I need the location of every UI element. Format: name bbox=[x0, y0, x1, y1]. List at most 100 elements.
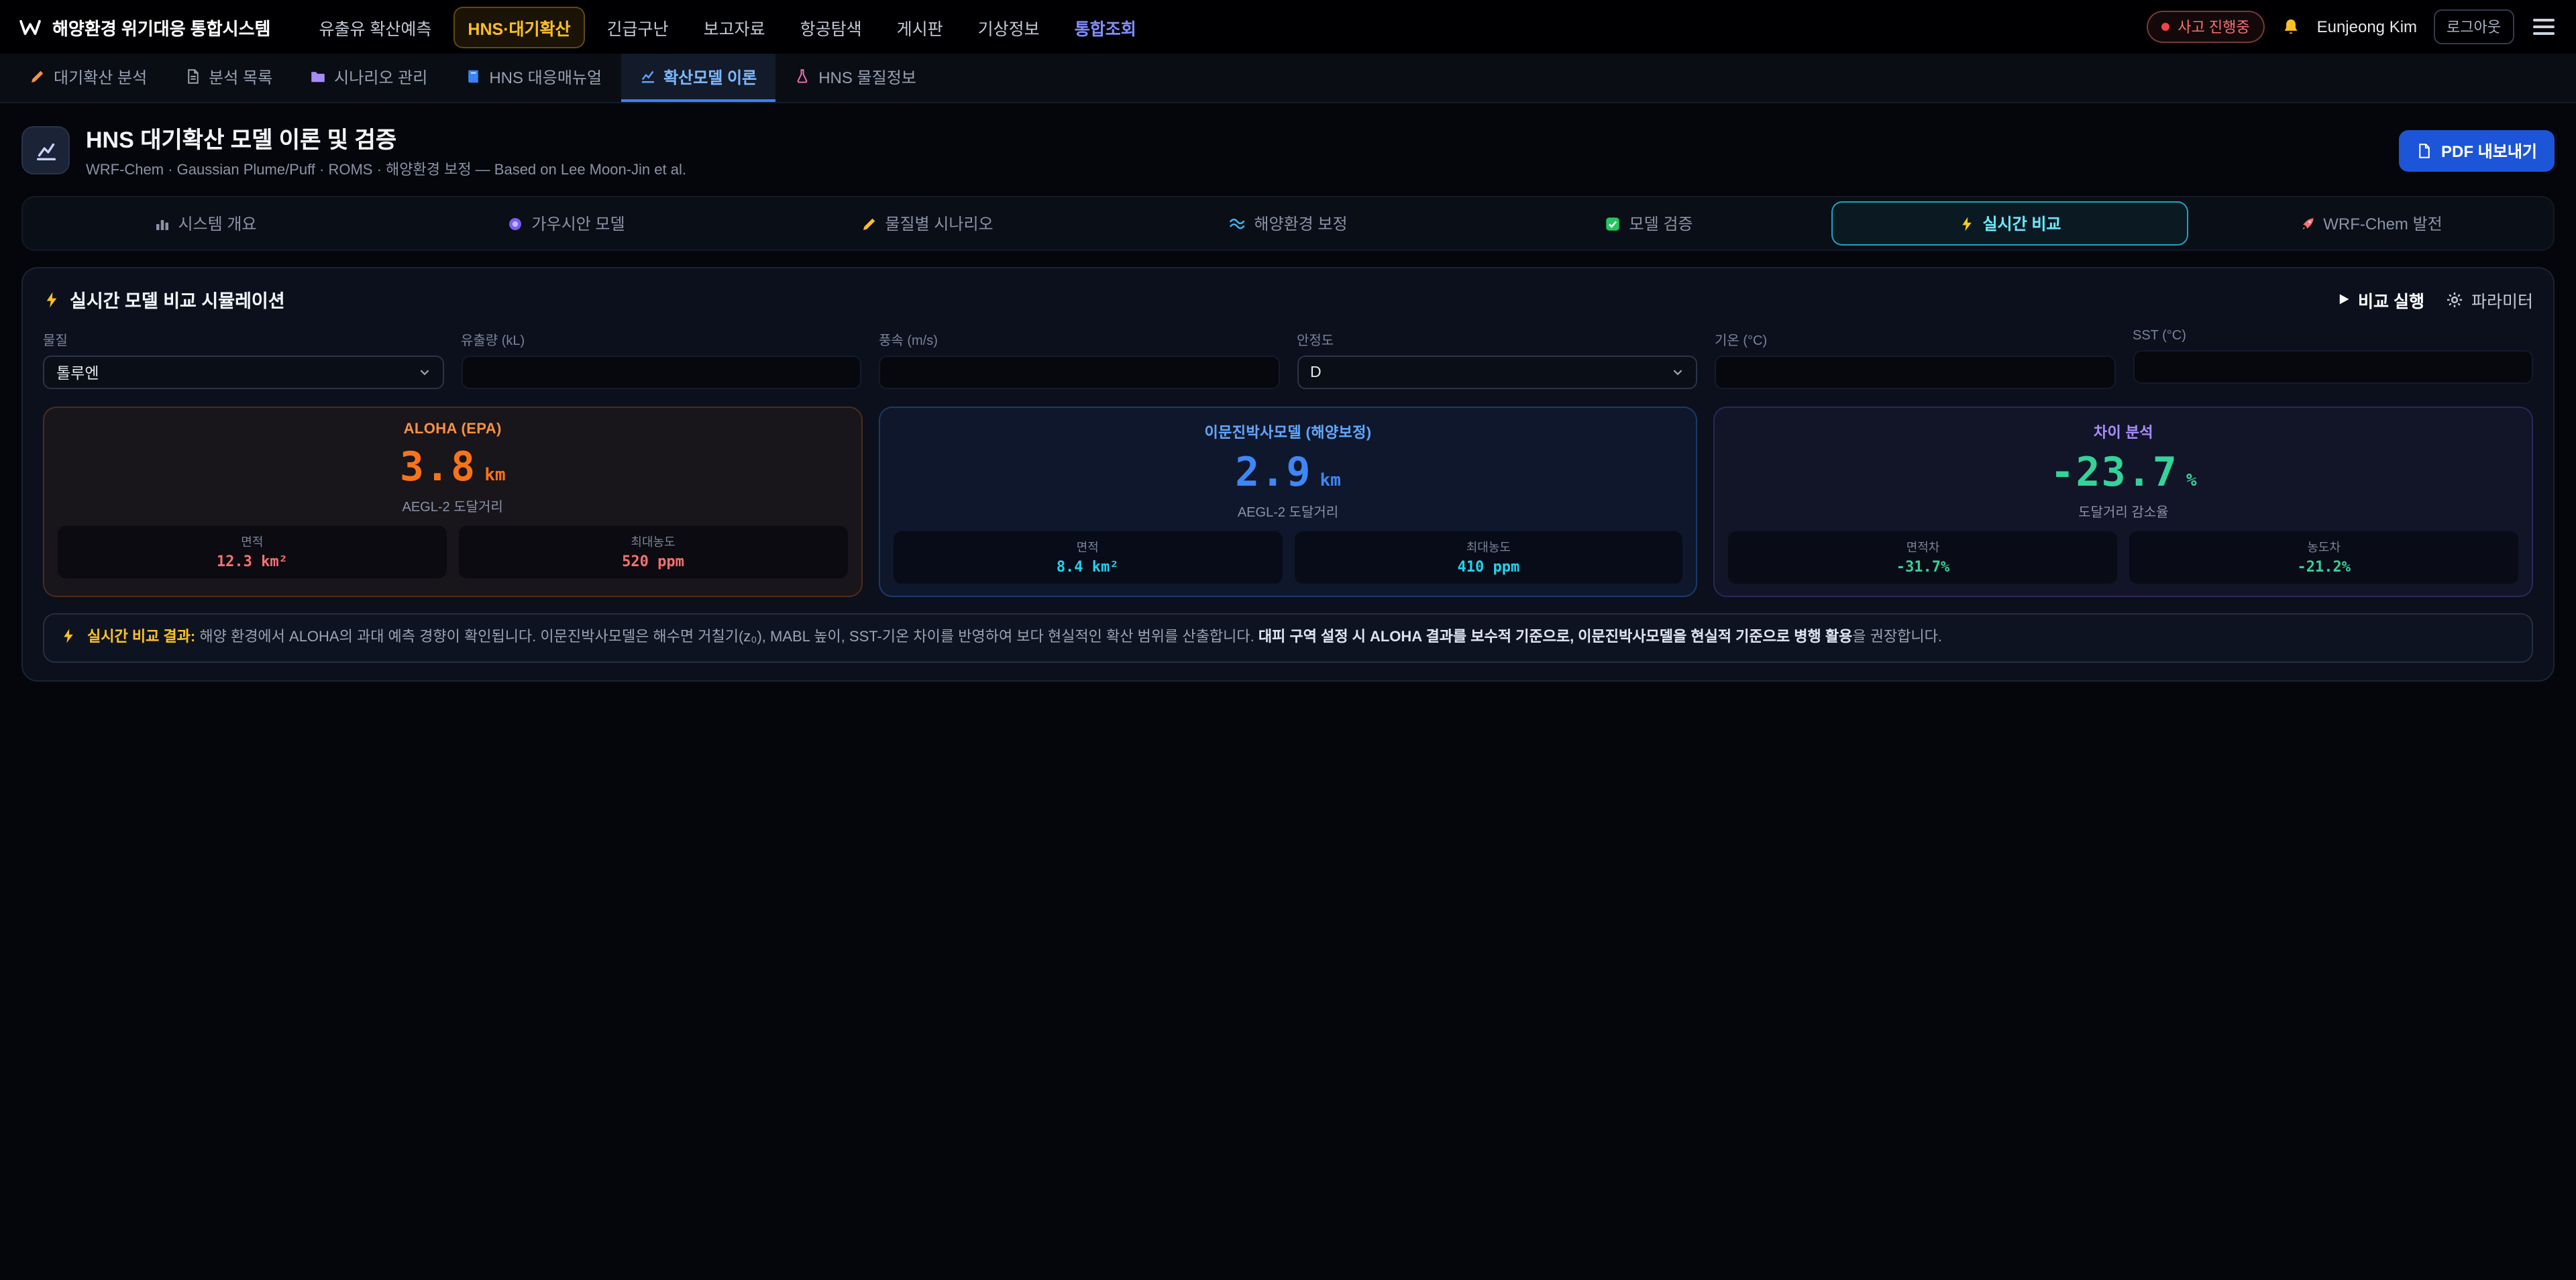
subnav-tab-analysis-list[interactable]: 분석 목록 bbox=[166, 54, 291, 102]
app-title: 해양환경 위기대응 통합시스템 bbox=[52, 14, 270, 40]
notification-bell-icon[interactable] bbox=[2281, 17, 2301, 37]
chart-icon bbox=[639, 68, 655, 85]
subnav-tab-diffusion-model-theory[interactable]: 확산모델 이론 bbox=[621, 54, 775, 102]
subnav-tab-label: HNS 대응매뉴얼 bbox=[489, 65, 602, 88]
section-tab-label: 시스템 개요 bbox=[178, 212, 256, 235]
chevron-down-icon bbox=[418, 366, 430, 378]
spill-volume-input[interactable] bbox=[461, 356, 861, 389]
field-label: 기온 (°C) bbox=[1715, 329, 2115, 349]
nav-item-aerial-search[interactable]: 항공탐색 bbox=[787, 7, 875, 46]
nav-item-emergency-rescue[interactable]: 긴급구난 bbox=[594, 7, 682, 46]
wave-icon bbox=[1228, 215, 1246, 232]
top-navigation: 해양환경 위기대응 통합시스템 유출유 확산예측 HNS·대기확산 긴급구난 보… bbox=[0, 0, 2576, 54]
field-air-temperature: 기온 (°C) bbox=[1715, 329, 2115, 389]
sst-input[interactable] bbox=[2133, 350, 2533, 384]
panel-header: 실시간 모델 비교 시뮬레이션 비교 실행 파라미터 bbox=[43, 286, 2533, 313]
section-tab-label: 해양환경 보정 bbox=[1254, 212, 1347, 235]
topnav-right: 사고 진행중 Eunjeong Kim 로그아웃 bbox=[2147, 9, 2557, 44]
subnav-tab-hns-response-manual[interactable]: HNS 대응매뉴얼 bbox=[446, 54, 621, 102]
section-tab-label: WRF-Chem 발전 bbox=[2323, 212, 2443, 235]
nav-item-hns-atmospheric[interactable]: HNS·대기확산 bbox=[453, 6, 585, 48]
material-select[interactable]: 톨루엔 bbox=[43, 356, 443, 389]
field-material: 물질 톨루엔 bbox=[43, 329, 443, 389]
pdf-export-button[interactable]: PDF 내보내기 bbox=[2398, 129, 2555, 171]
menu-hamburger-icon[interactable] bbox=[2530, 13, 2557, 40]
field-stability: 안정도 D bbox=[1297, 329, 1697, 389]
incident-status-badge: 사고 진행중 bbox=[2147, 11, 2264, 43]
section-tab-wrf-chem[interactable]: WRF-Chem 발전 bbox=[2192, 201, 2549, 246]
section-tab-marine-correction[interactable]: 해양환경 보정 bbox=[1110, 201, 1466, 246]
card-title: ALOHA (EPA) bbox=[58, 421, 847, 437]
user-name: Eunjeong Kim bbox=[2317, 17, 2417, 36]
page-chart-icon bbox=[21, 126, 70, 174]
section-tab-label: 물질별 시나리오 bbox=[885, 212, 993, 235]
simulation-form: 물질 톨루엔 유출량 (kL) 풍속 (m/s) 안정도 D bbox=[43, 329, 2533, 389]
field-wind-speed: 풍속 (m/s) bbox=[879, 329, 1279, 389]
app-root: 해양환경 위기대응 통합시스템 유출유 확산예측 HNS·대기확산 긴급구난 보… bbox=[0, 0, 2576, 1280]
page-title: HNS 대기확산 모델 이론 및 검증 bbox=[86, 121, 686, 154]
stat-area: 면적 12.3 km² bbox=[58, 526, 447, 578]
air-temperature-input[interactable] bbox=[1715, 356, 2115, 389]
card-value-number: 2.9 bbox=[1235, 449, 1311, 496]
nav-item-weather-info[interactable]: 기상정보 bbox=[965, 7, 1053, 46]
difference-result-card: 차이 분석 -23.7% 도달거리 감소율 면적차 -31.7% 농도차 -21… bbox=[1714, 407, 2533, 597]
section-tab-realtime-comparison[interactable]: 실시간 비교 bbox=[1831, 201, 2188, 246]
nav-item-bulletin-board[interactable]: 게시판 bbox=[883, 7, 957, 46]
note-label: 실시간 비교 결과: bbox=[87, 629, 195, 645]
nav-item-integrated-search[interactable]: 통합조회 bbox=[1061, 7, 1150, 46]
status-dot-icon bbox=[2161, 23, 2169, 31]
run-comparison-button[interactable]: 비교 실행 bbox=[2337, 286, 2424, 312]
subnav-tab-hns-substance-info[interactable]: HNS 물질정보 bbox=[775, 54, 935, 102]
note-suffix: 을 권장합니다. bbox=[1852, 629, 1942, 645]
stat-label: 농도차 bbox=[2135, 538, 2513, 555]
note-emphasis: 대피 구역 설정 시 ALOHA 결과를 보수적 기준으로, 이문진박사모델을 … bbox=[1258, 629, 1853, 645]
card-value-unit: km bbox=[484, 466, 505, 486]
incident-badge-label: 사고 진행중 bbox=[2178, 16, 2249, 38]
check-icon bbox=[1605, 215, 1621, 231]
field-label: 풍속 (m/s) bbox=[879, 329, 1279, 349]
stat-area: 면적 8.4 km² bbox=[893, 531, 1282, 584]
gear-icon bbox=[2446, 290, 2463, 308]
subnav-tab-scenario-management[interactable]: 시나리오 관리 bbox=[291, 54, 446, 102]
section-tab-model-validation[interactable]: 모델 검증 bbox=[1470, 201, 1827, 246]
subnav-tab-label: 시나리오 관리 bbox=[334, 65, 427, 88]
material-select-value: 톨루엔 bbox=[56, 362, 99, 383]
pencil-icon bbox=[861, 215, 877, 231]
realtime-comparison-panel: 실시간 모델 비교 시뮬레이션 비교 실행 파라미터 물질 톨루엔 bbox=[21, 267, 2555, 681]
section-tab-label: 실시간 비교 bbox=[1982, 212, 2061, 235]
nav-item-oil-spill-forecast[interactable]: 유출유 확산예측 bbox=[305, 7, 445, 46]
nav-item-reports[interactable]: 보고자료 bbox=[690, 7, 779, 46]
section-tab-substance-scenarios[interactable]: 물질별 시나리오 bbox=[749, 201, 1106, 246]
section-tab-gaussian-model[interactable]: 가우시안 모델 bbox=[388, 201, 745, 246]
stat-value: 520 ppm bbox=[464, 553, 843, 570]
chevron-down-icon bbox=[1672, 366, 1684, 378]
stat-concentration-diff: 농도차 -21.2% bbox=[2129, 531, 2518, 584]
stat-value: 12.3 km² bbox=[63, 553, 441, 570]
main-menu: 유출유 확산예측 HNS·대기확산 긴급구난 보고자료 항공탐색 게시판 기상정… bbox=[305, 6, 2133, 48]
page-title-block: HNS 대기확산 모델 이론 및 검증 WRF-Chem · Gaussian … bbox=[86, 121, 686, 180]
bell-glyph bbox=[2281, 17, 2301, 37]
subnav-tab-label: 분석 목록 bbox=[209, 65, 272, 88]
rocket-icon bbox=[2299, 215, 2315, 231]
card-value: -23.7% bbox=[1729, 449, 2518, 496]
section-tab-system-overview[interactable]: 시스템 개요 bbox=[27, 201, 384, 246]
logout-button[interactable]: 로그아웃 bbox=[2433, 9, 2514, 44]
brand-logo[interactable]: 해양환경 위기대응 통합시스템 bbox=[19, 14, 270, 40]
field-spill-volume: 유출량 (kL) bbox=[461, 329, 861, 389]
panel-title-text: 실시간 모델 비교 시뮬레이션 bbox=[70, 286, 285, 313]
card-stats: 면적 12.3 km² 최대농도 520 ppm bbox=[58, 526, 847, 578]
stat-label: 면적 bbox=[63, 533, 441, 550]
page-header: HNS 대기확산 모델 이론 및 검증 WRF-Chem · Gaussian … bbox=[0, 103, 2576, 193]
page-subtitle: WRF-Chem · Gaussian Plume/Puff · ROMS · … bbox=[86, 158, 686, 180]
card-value: 3.8km bbox=[58, 444, 847, 491]
stat-label: 최대농도 bbox=[1299, 538, 1678, 555]
field-label: 안정도 bbox=[1297, 329, 1697, 349]
wind-speed-input[interactable] bbox=[879, 356, 1279, 389]
section-tab-label: 모델 검증 bbox=[1629, 212, 1693, 235]
subnav-tab-atmospheric-analysis[interactable]: 대기확산 분석 bbox=[11, 54, 166, 102]
parameters-button[interactable]: 파라미터 bbox=[2446, 286, 2533, 312]
flask-icon bbox=[794, 68, 810, 85]
stability-select[interactable]: D bbox=[1297, 356, 1697, 389]
pencil-icon bbox=[30, 68, 46, 85]
stat-value: 410 ppm bbox=[1299, 558, 1678, 576]
